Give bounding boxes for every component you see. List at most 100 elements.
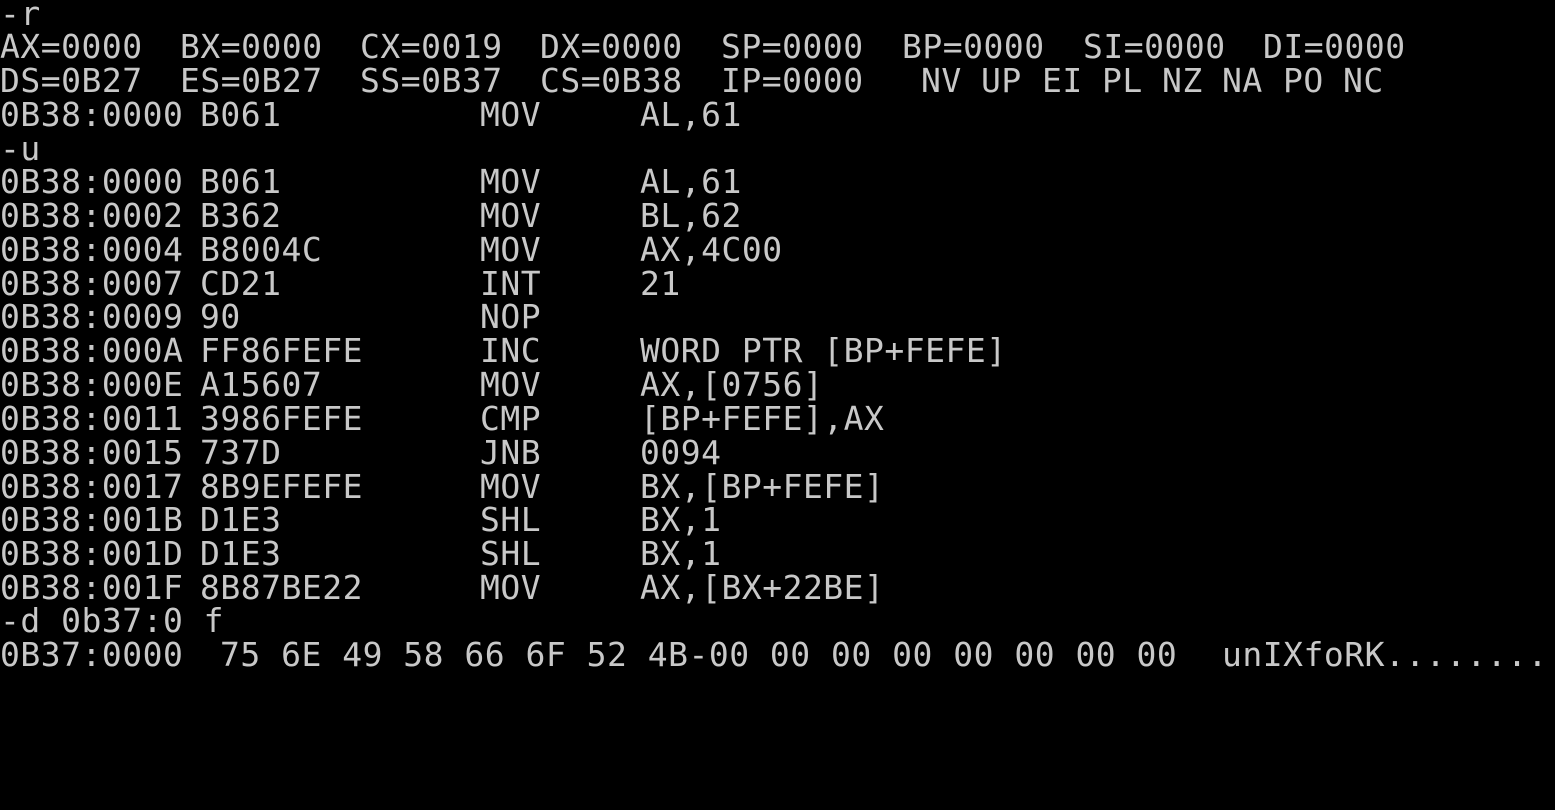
register-sp: SP=0000 [721, 27, 864, 66]
instruction-mnemonic: MOV [480, 365, 542, 404]
disassembly-row: 0B38:0015 737D JNB 0094 [0, 436, 1555, 470]
instruction-bytes: A15607 [200, 365, 323, 404]
instruction-address: 0B38:0007 [0, 264, 184, 303]
instruction-operands: BX,[BP+FEFE] [640, 467, 885, 506]
register-cs: CS=0B38 [540, 61, 683, 100]
disassembly-row: 0B38:000A FF86FEFE INC WORD PTR [BP+FEFE… [0, 334, 1555, 368]
register-ax: AX=0000 [0, 27, 143, 66]
current-instruction: 0B38:0000 B061 MOV AL,61 [0, 98, 1555, 132]
instruction-operands: AL,61 [640, 95, 742, 134]
memory-dump-row: 0B37:0000 75 6E 49 58 66 6F 52 4B-00 00 … [0, 638, 1555, 672]
flag-nc: NC [1343, 61, 1384, 100]
instruction-mnemonic: SHL [480, 500, 542, 539]
instruction-bytes: B362 [200, 196, 282, 235]
instruction-address: 0B38:0004 [0, 230, 184, 269]
flag-nv: NV [921, 61, 962, 100]
instruction-bytes: D1E3 [200, 500, 282, 539]
instruction-mnemonic: MOV [480, 162, 542, 201]
instruction-operands: BL,62 [640, 196, 742, 235]
instruction-address: 0B38:0000 [0, 162, 184, 201]
instruction-address: 0B38:000A [0, 331, 184, 370]
flag-up: UP [981, 61, 1022, 100]
instruction-mnemonic: MOV [480, 196, 542, 235]
instruction-mnemonic: JNB [480, 433, 542, 472]
disassembly-row: 0B38:001B D1E3 SHL BX,1 [0, 503, 1555, 537]
disassembly-row: 0B38:001D D1E3 SHL BX,1 [0, 537, 1555, 571]
instruction-mnemonic: MOV [480, 95, 542, 134]
instruction-mnemonic: MOV [480, 568, 542, 607]
instruction-bytes: CD21 [200, 264, 282, 303]
instruction-bytes: B8004C [200, 230, 323, 269]
register-row-1: AX=0000 BX=0000 CX=0019 DX=0000 SP=0000 … [0, 30, 1555, 64]
instruction-operands: [BP+FEFE],AX [640, 399, 885, 438]
debug-terminal[interactable]: -r AX=0000 BX=0000 CX=0019 DX=0000 SP=00… [0, 0, 1555, 674]
command-text: -u [0, 129, 41, 168]
instruction-mnemonic: MOV [480, 467, 542, 506]
unassemble-command-line: -u [0, 132, 81, 166]
instruction-operands: AX,[BX+22BE] [640, 568, 885, 607]
instruction-address: 0B38:000E [0, 365, 184, 404]
instruction-address: 0B38:0009 [0, 297, 184, 336]
disassembly-row: 0B38:0004 B8004C MOV AX,4C00 [0, 233, 1555, 267]
register-di: DI=0000 [1263, 27, 1406, 66]
instruction-bytes: 3986FEFE [200, 399, 363, 438]
instruction-bytes: FF86FEFE [200, 331, 363, 370]
instruction-operands: BX,1 [640, 500, 722, 539]
dump-hex-bytes: 75 6E 49 58 66 6F 52 4B-00 00 00 00 00 0… [220, 635, 1178, 674]
flag-na: NA [1222, 61, 1263, 100]
instruction-bytes: D1E3 [200, 534, 282, 573]
instruction-operands: 0094 [640, 433, 722, 472]
register-ip: IP=0000 [721, 61, 864, 100]
register-bp: BP=0000 [902, 27, 1045, 66]
instruction-bytes: B061 [200, 162, 282, 201]
flag-nz: NZ [1162, 61, 1203, 100]
register-ds: DS=0B27 [0, 61, 143, 100]
instruction-operands: WORD PTR [BP+FEFE] [640, 331, 1007, 370]
instruction-mnemonic: MOV [480, 230, 542, 269]
instruction-address: 0B38:0017 [0, 467, 184, 506]
flag-pl: PL [1102, 61, 1143, 100]
instruction-address: 0B38:0015 [0, 433, 184, 472]
instruction-mnemonic: INC [480, 331, 542, 370]
register-si: SI=0000 [1083, 27, 1226, 66]
instruction-address: 0B38:0002 [0, 196, 184, 235]
flag-po: PO [1283, 61, 1324, 100]
register-bx: BX=0000 [180, 27, 323, 66]
disassembly-row: 0B38:0011 3986FEFE CMP [BP+FEFE],AX [0, 402, 1555, 436]
register-ss: SS=0B37 [360, 61, 503, 100]
flag-ei: EI [1042, 61, 1083, 100]
instruction-operands: 21 [640, 264, 681, 303]
register-dx: DX=0000 [540, 27, 683, 66]
disassembly-row: 0B38:001F 8B87BE22 MOV AX,[BX+22BE] [0, 571, 1555, 605]
instruction-operands: AX,[0756] [640, 365, 824, 404]
dump-command-line: -d 0b37:0 f [0, 604, 224, 638]
instruction-mnemonic: SHL [480, 534, 542, 573]
instruction-bytes: 90 [200, 297, 241, 336]
instruction-operands: AX,4C00 [640, 230, 783, 269]
instruction-address: 0B38:0011 [0, 399, 184, 438]
instruction-bytes: B061 [200, 95, 282, 134]
instruction-mnemonic: NOP [480, 297, 542, 336]
register-row-2: DS=0B27 ES=0B27 SS=0B37 CS=0B38 IP=0000 … [0, 64, 1555, 98]
register-cx: CX=0019 [360, 27, 503, 66]
register-es: ES=0B27 [180, 61, 323, 100]
instruction-bytes: 737D [200, 433, 282, 472]
disassembly-row: 0B38:0000 B061 MOV AL,61 [0, 165, 1555, 199]
disassembly-row: 0B38:000E A15607 MOV AX,[0756] [0, 368, 1555, 402]
instruction-bytes: 8B9EFEFE [200, 467, 363, 506]
command-text: -d 0b37:0 f [0, 601, 225, 640]
dump-address: 0B37:0000 [0, 635, 184, 674]
instruction-address: 0B38:001D [0, 534, 184, 573]
instruction-operands: AL,61 [640, 162, 742, 201]
instruction-address: 0B38:001B [0, 500, 184, 539]
instruction-operands: BX,1 [640, 534, 722, 573]
disassembly-row: 0B38:0009 90 NOP [0, 300, 1555, 334]
disassembly-row: 0B38:0007 CD21 INT 21 [0, 267, 1555, 301]
dump-ascii: unIXfoRK........ [1222, 635, 1548, 674]
disassembly-row: 0B38:0017 8B9EFEFE MOV BX,[BP+FEFE] [0, 470, 1555, 504]
instruction-address: 0B38:0000 [0, 95, 184, 134]
instruction-address: 0B38:001F [0, 568, 184, 607]
instruction-bytes: 8B87BE22 [200, 568, 363, 607]
disassembly-row: 0B38:0002 B362 MOV BL,62 [0, 199, 1555, 233]
instruction-mnemonic: INT [480, 264, 542, 303]
